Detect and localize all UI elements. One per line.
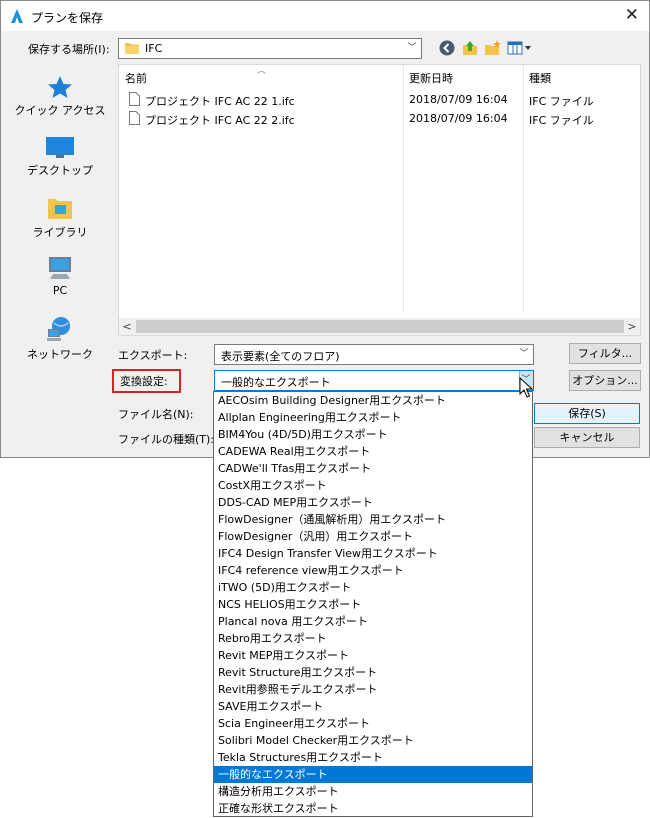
file-name: プロジェクト IFC AC 22 2.ifc (145, 114, 295, 127)
place-label: ライブラリ (32, 226, 88, 239)
star-icon (48, 76, 72, 98)
chevron-down-icon: ﹀ (407, 43, 417, 53)
mouse-cursor-icon (519, 377, 533, 398)
dropdown-option[interactable]: Solibri Model Checker用エクスポート (214, 732, 532, 749)
dropdown-option[interactable]: 構造分析用エクスポート (214, 783, 532, 800)
cancel-button[interactable]: キャンセル (534, 427, 640, 448)
place-desktop[interactable]: デスクトップ (10, 135, 110, 191)
place-library[interactable]: ライブラリ (10, 195, 110, 251)
dropdown-option[interactable]: Revit MEP用エクスポート (214, 647, 532, 664)
file-type: IFC ファイル (529, 95, 594, 108)
file-row[interactable]: プロジェクト IFC AC 22 1.ifc 2018/07/09 16:04 … (119, 91, 640, 109)
dropdown-option[interactable]: iTWO (5D)用エクスポート (214, 579, 532, 596)
dropdown-option[interactable]: NCS HELIOS用エクスポート (214, 596, 532, 613)
place-pc[interactable]: PC (10, 255, 110, 311)
dropdown-option[interactable]: AECOsim Building Designer用エクスポート (214, 392, 532, 409)
dropdown-option[interactable]: Rebro用エクスポート (214, 630, 532, 647)
dropdown-option[interactable]: DDS-CAD MEP用エクスポート (214, 494, 532, 511)
window-title: プランを保存 (31, 11, 104, 25)
view-menu-icon[interactable] (507, 39, 533, 57)
dropdown-option[interactable]: FlowDesigner（汎用）用エクスポート (214, 528, 532, 545)
desktop-icon (46, 137, 74, 158)
dropdown-option[interactable]: IFC4 Design Transfer View用エクスポート (214, 545, 532, 562)
new-folder-icon[interactable] (484, 39, 502, 57)
dropdown-option-selected[interactable]: 一般的なエクスポート (214, 766, 532, 783)
export-combo[interactable]: 表示要素(全てのフロア) ﹀ (214, 344, 534, 365)
pc-icon (49, 257, 71, 279)
dropdown-option[interactable]: 正確な形状エクスポート (214, 800, 532, 817)
scrollbar-thumb[interactable] (136, 320, 624, 333)
sort-ascending-icon: ︿ (257, 66, 267, 76)
archicad-app-icon (11, 9, 23, 23)
file-date: 2018/07/09 16:04 (409, 93, 508, 106)
place-label: クイック アクセス (14, 104, 106, 117)
save-location-label: 保存する場所(I): (28, 43, 110, 56)
file-icon (129, 111, 140, 125)
dropdown-option[interactable]: Revit Structure用エクスポート (214, 664, 532, 681)
dropdown-option[interactable]: Plancal nova 用エクスポート (214, 613, 532, 630)
places-bar: クイック アクセス デスクトップ ライブラリ PC ネットワーク (10, 67, 110, 367)
file-type: IFC ファイル (529, 114, 594, 127)
conversion-settings-dropdown-list[interactable]: AECOsim Building Designer用エクスポート Allplan… (213, 391, 533, 817)
place-label: ネットワーク (27, 348, 93, 361)
back-icon[interactable] (438, 39, 456, 57)
file-icon (129, 92, 140, 106)
export-value: 表示要素(全てのフロア) (221, 350, 340, 363)
conversion-settings-label: 変換設定: (120, 375, 168, 388)
column-header-type[interactable]: 種類 (529, 70, 551, 86)
dropdown-option[interactable]: IFC4 reference view用エクスポート (214, 562, 532, 579)
file-list[interactable]: ︿ 名前 更新日時 種類 プロジェクト IFC AC 22 1.ifc 2018… (118, 64, 641, 336)
chevron-down-icon: ﹀ (519, 349, 529, 359)
filename-label: ファイル名(N): (118, 408, 194, 421)
file-date: 2018/07/09 16:04 (409, 112, 508, 125)
place-quick-access[interactable]: クイック アクセス (10, 75, 110, 131)
dropdown-option[interactable]: SAVE用エクスポート (214, 698, 532, 715)
filter-button[interactable]: フィルタ... (569, 343, 641, 364)
network-icon (47, 317, 70, 341)
column-header-name[interactable]: 名前 (125, 70, 147, 86)
export-label: エクスポート: (118, 349, 188, 362)
save-location-value: IFC (145, 42, 163, 55)
file-name: プロジェクト IFC AC 22 1.ifc (145, 95, 295, 108)
up-folder-icon[interactable] (461, 39, 479, 57)
scroll-right-icon[interactable]: > (625, 319, 639, 334)
file-row[interactable]: プロジェクト IFC AC 22 2.ifc 2018/07/09 16:04 … (119, 110, 640, 128)
dropdown-option[interactable]: Revit用参照モデルエクスポート (214, 681, 532, 698)
options-button[interactable]: オプション... (569, 370, 641, 391)
dropdown-option[interactable]: CADWe'll Tfas用エクスポート (214, 460, 532, 477)
dropdown-option[interactable]: Scia Engineer用エクスポート (214, 715, 532, 732)
column-header-date[interactable]: 更新日時 (409, 70, 453, 86)
scroll-left-icon[interactable]: < (120, 319, 134, 334)
dropdown-option[interactable]: Tekla Structures用エクスポート (214, 749, 532, 766)
dropdown-option[interactable]: Allplan Engineering用エクスポート (214, 409, 532, 426)
place-label: デスクトップ (27, 164, 93, 177)
library-icon (48, 199, 72, 219)
conversion-settings-combo[interactable]: 一般的なエクスポート ﹀ (214, 370, 534, 391)
folder-icon (125, 43, 139, 54)
title-bar: プランを保存 ✕ (1, 1, 649, 31)
conversion-settings-value: 一般的なエクスポート (221, 376, 331, 389)
close-button[interactable]: ✕ (625, 5, 639, 25)
save-location-combo[interactable]: IFC ﹀ (118, 38, 422, 59)
horizontal-scrollbar[interactable]: < > (119, 318, 640, 335)
dropdown-option[interactable]: CADEWA Real用エクスポート (214, 443, 532, 460)
dropdown-option[interactable]: BIM4You (4D/5D)用エクスポート (214, 426, 532, 443)
dropdown-option[interactable]: FlowDesigner（通風解析用）用エクスポート (214, 511, 532, 528)
save-plan-dialog: プランを保存 ✕ 保存する場所(I): IFC ﹀ クイック アクセス デスクト… (0, 0, 650, 458)
place-network[interactable]: ネットワーク (10, 315, 110, 371)
filetype-label: ファイルの種類(T): (118, 433, 215, 446)
dropdown-option[interactable]: CostX用エクスポート (214, 477, 532, 494)
save-button[interactable]: 保存(S) (534, 403, 640, 424)
place-label: PC (52, 284, 68, 297)
